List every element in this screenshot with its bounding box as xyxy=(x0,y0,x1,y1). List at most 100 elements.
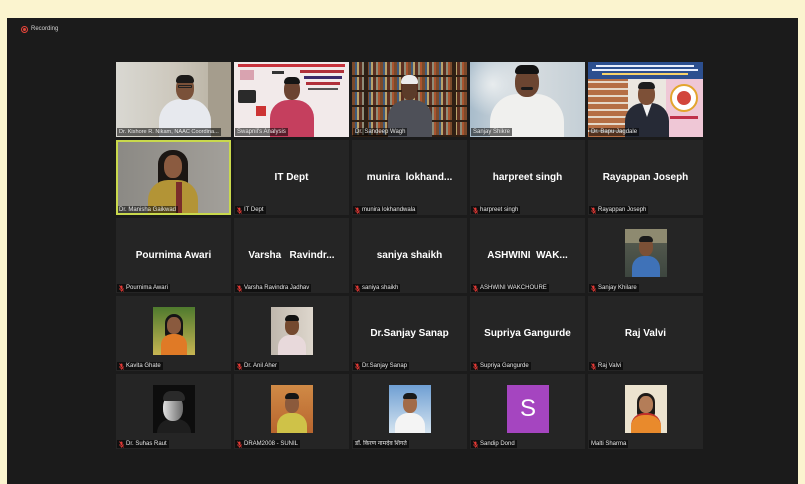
participant-tile[interactable]: Dr. Kishore R. Nikam, NAAC Coordina... xyxy=(116,62,231,137)
recording-dot-icon xyxy=(21,26,28,33)
muted-mic-icon xyxy=(473,284,478,292)
muted-mic-icon xyxy=(237,440,242,448)
participant-name: Sanjay Khilare xyxy=(598,285,637,291)
muted-mic-icon xyxy=(119,440,124,448)
participant-name: IT Dept xyxy=(244,207,264,213)
participant-name-label: Dr. Anil Aher xyxy=(235,362,280,370)
participant-tile[interactable]: Varsha Ravindr... Varsha Ravindra Jadhav xyxy=(234,218,349,293)
person-hair xyxy=(285,393,299,399)
bookshelf-post xyxy=(364,62,368,137)
participant-video-feed xyxy=(116,140,231,215)
participant-video-feed xyxy=(588,62,703,137)
person-mustache xyxy=(521,87,533,90)
participant-display-name: Rayappan Joseph xyxy=(602,172,689,183)
participant-name-label: Sanjay Khilare xyxy=(589,284,639,292)
muted-mic-icon xyxy=(355,284,360,292)
muted-mic-icon xyxy=(119,284,124,292)
participant-tile-active-speaker[interactable]: Dr. Manisha Gaikwad xyxy=(116,140,231,215)
participant-tile[interactable]: ASHWINI WAK... ASHWINI WAKCHOURE xyxy=(470,218,585,293)
participant-display-name: Varsha Ravindr... xyxy=(248,250,335,261)
participant-display-name: harpreet singh xyxy=(492,172,563,183)
participant-name-label: Dr.Sanjay Sanap xyxy=(353,362,410,370)
participant-name: Dr. Manisha Gaikwad xyxy=(119,207,177,213)
participant-name: Dr.Sanjay Sanap xyxy=(362,363,408,369)
participant-tile[interactable]: Dr.Sanjay Sanap Dr.Sanjay Sanap xyxy=(352,296,467,371)
participant-tile[interactable]: S Sandip Dond xyxy=(470,374,585,449)
participant-video-feed xyxy=(352,62,467,137)
participant-tile[interactable]: Dr. Bapu Jagdale xyxy=(588,62,703,137)
participant-tile[interactable]: Pournima Awari Pournima Awari xyxy=(116,218,231,293)
participant-name: Dr. Bapu Jagdale xyxy=(591,129,638,135)
college-logo-center xyxy=(677,91,691,105)
participant-display-name: ASHWINI WAK... xyxy=(487,250,568,261)
participant-name-label: Rayappan Joseph xyxy=(589,206,649,214)
participant-name-label: saniya shaikh xyxy=(353,284,401,292)
poster-text xyxy=(308,88,338,90)
participant-name-label: डॉ. किरण नामदेव शिंगते xyxy=(353,440,409,448)
participant-tile[interactable]: डॉ. किरण नामदेव शिंगते xyxy=(352,374,467,449)
profile-picture xyxy=(389,385,431,433)
participant-tile[interactable]: Dr. Anil Aher xyxy=(234,296,349,371)
participant-tile[interactable]: Sanjay Khilare xyxy=(588,218,703,293)
participant-tile[interactable]: Kavita Ghate xyxy=(116,296,231,371)
person-body xyxy=(632,256,660,277)
participant-name: Dr. Kishore R. Nikam, NAAC Coordina... xyxy=(119,129,219,135)
participant-name-label: Dr. Kishore R. Nikam, NAAC Coordina... xyxy=(117,128,221,136)
banner-text xyxy=(602,73,688,75)
logo-caption xyxy=(670,116,698,119)
participant-name: munira lokhandwala xyxy=(362,207,416,213)
person-head xyxy=(167,317,181,334)
participant-tile[interactable]: Rayappan Joseph Rayappan Joseph xyxy=(588,140,703,215)
person-body xyxy=(395,413,425,433)
participant-name-label: Sandip Dond xyxy=(471,440,517,448)
background-door xyxy=(208,62,231,137)
person-body xyxy=(161,334,187,355)
banner-text xyxy=(592,69,698,71)
person-hair xyxy=(639,236,653,242)
participant-tile[interactable]: Dr. Suhas Raut xyxy=(116,374,231,449)
participant-name: Rayappan Joseph xyxy=(598,207,647,213)
participant-name: Raj Valvi xyxy=(598,363,622,369)
participant-video-feed xyxy=(470,62,585,137)
participant-name: Supriya Gangurde xyxy=(480,363,529,369)
participant-tile[interactable]: Raj Valvi Raj Valvi xyxy=(588,296,703,371)
participant-tile[interactable]: munira lokhand... munira lokhandwala xyxy=(352,140,467,215)
participant-name-label: Varsha Ravindra Jadhav xyxy=(235,284,312,292)
participant-name: Dr. Anil Aher xyxy=(244,363,278,369)
participant-tile[interactable]: IT Dept IT Dept xyxy=(234,140,349,215)
participant-tile[interactable]: Supriya Gangurde Supriya Gangurde xyxy=(470,296,585,371)
muted-mic-icon xyxy=(355,362,360,370)
participant-display-name: Dr.Sanjay Sanap xyxy=(370,328,449,339)
participant-display-name: Raj Valvi xyxy=(624,328,667,339)
participant-video-feed xyxy=(116,62,231,137)
poster-image xyxy=(240,70,254,80)
participant-tile[interactable]: Dr. Sandeep Wagh xyxy=(352,62,467,137)
participant-tile[interactable]: Swapnil's Analysis xyxy=(234,62,349,137)
participant-name-label: Malti Sharma xyxy=(589,440,629,448)
participant-name: harpreet singh xyxy=(480,207,519,213)
person-hair xyxy=(515,65,539,74)
poster-image xyxy=(256,106,266,116)
participant-tile[interactable]: saniya shaikh saniya shaikh xyxy=(352,218,467,293)
muted-mic-icon xyxy=(591,284,596,292)
participant-name: Varsha Ravindra Jadhav xyxy=(244,285,310,291)
participant-tile[interactable]: harpreet singh harpreet singh xyxy=(470,140,585,215)
muted-mic-icon xyxy=(237,284,242,292)
profile-picture xyxy=(625,229,667,277)
participant-name: Dr. Suhas Raut xyxy=(126,441,167,447)
participant-name-label: Raj Valvi xyxy=(589,362,624,370)
participant-tile[interactable]: DRAM2008 - SUNIL xyxy=(234,374,349,449)
person-head xyxy=(639,396,653,413)
participant-name-label: munira lokhandwala xyxy=(353,206,418,214)
participant-name: saniya shaikh xyxy=(362,285,399,291)
participant-name-label: Dr. Manisha Gaikwad xyxy=(117,206,179,214)
participant-name: Kavita Ghate xyxy=(126,363,161,369)
participant-name-label: Dr. Suhas Raut xyxy=(117,440,169,448)
participant-tile[interactable]: Malti Sharma xyxy=(588,374,703,449)
profile-picture xyxy=(153,385,195,433)
person-hair xyxy=(285,315,299,321)
participant-tile[interactable]: Sanjay Shikre xyxy=(470,62,585,137)
participant-display-name: Supriya Gangurde xyxy=(484,328,571,339)
muted-mic-icon xyxy=(591,362,596,370)
initial-avatar: S xyxy=(507,385,549,433)
